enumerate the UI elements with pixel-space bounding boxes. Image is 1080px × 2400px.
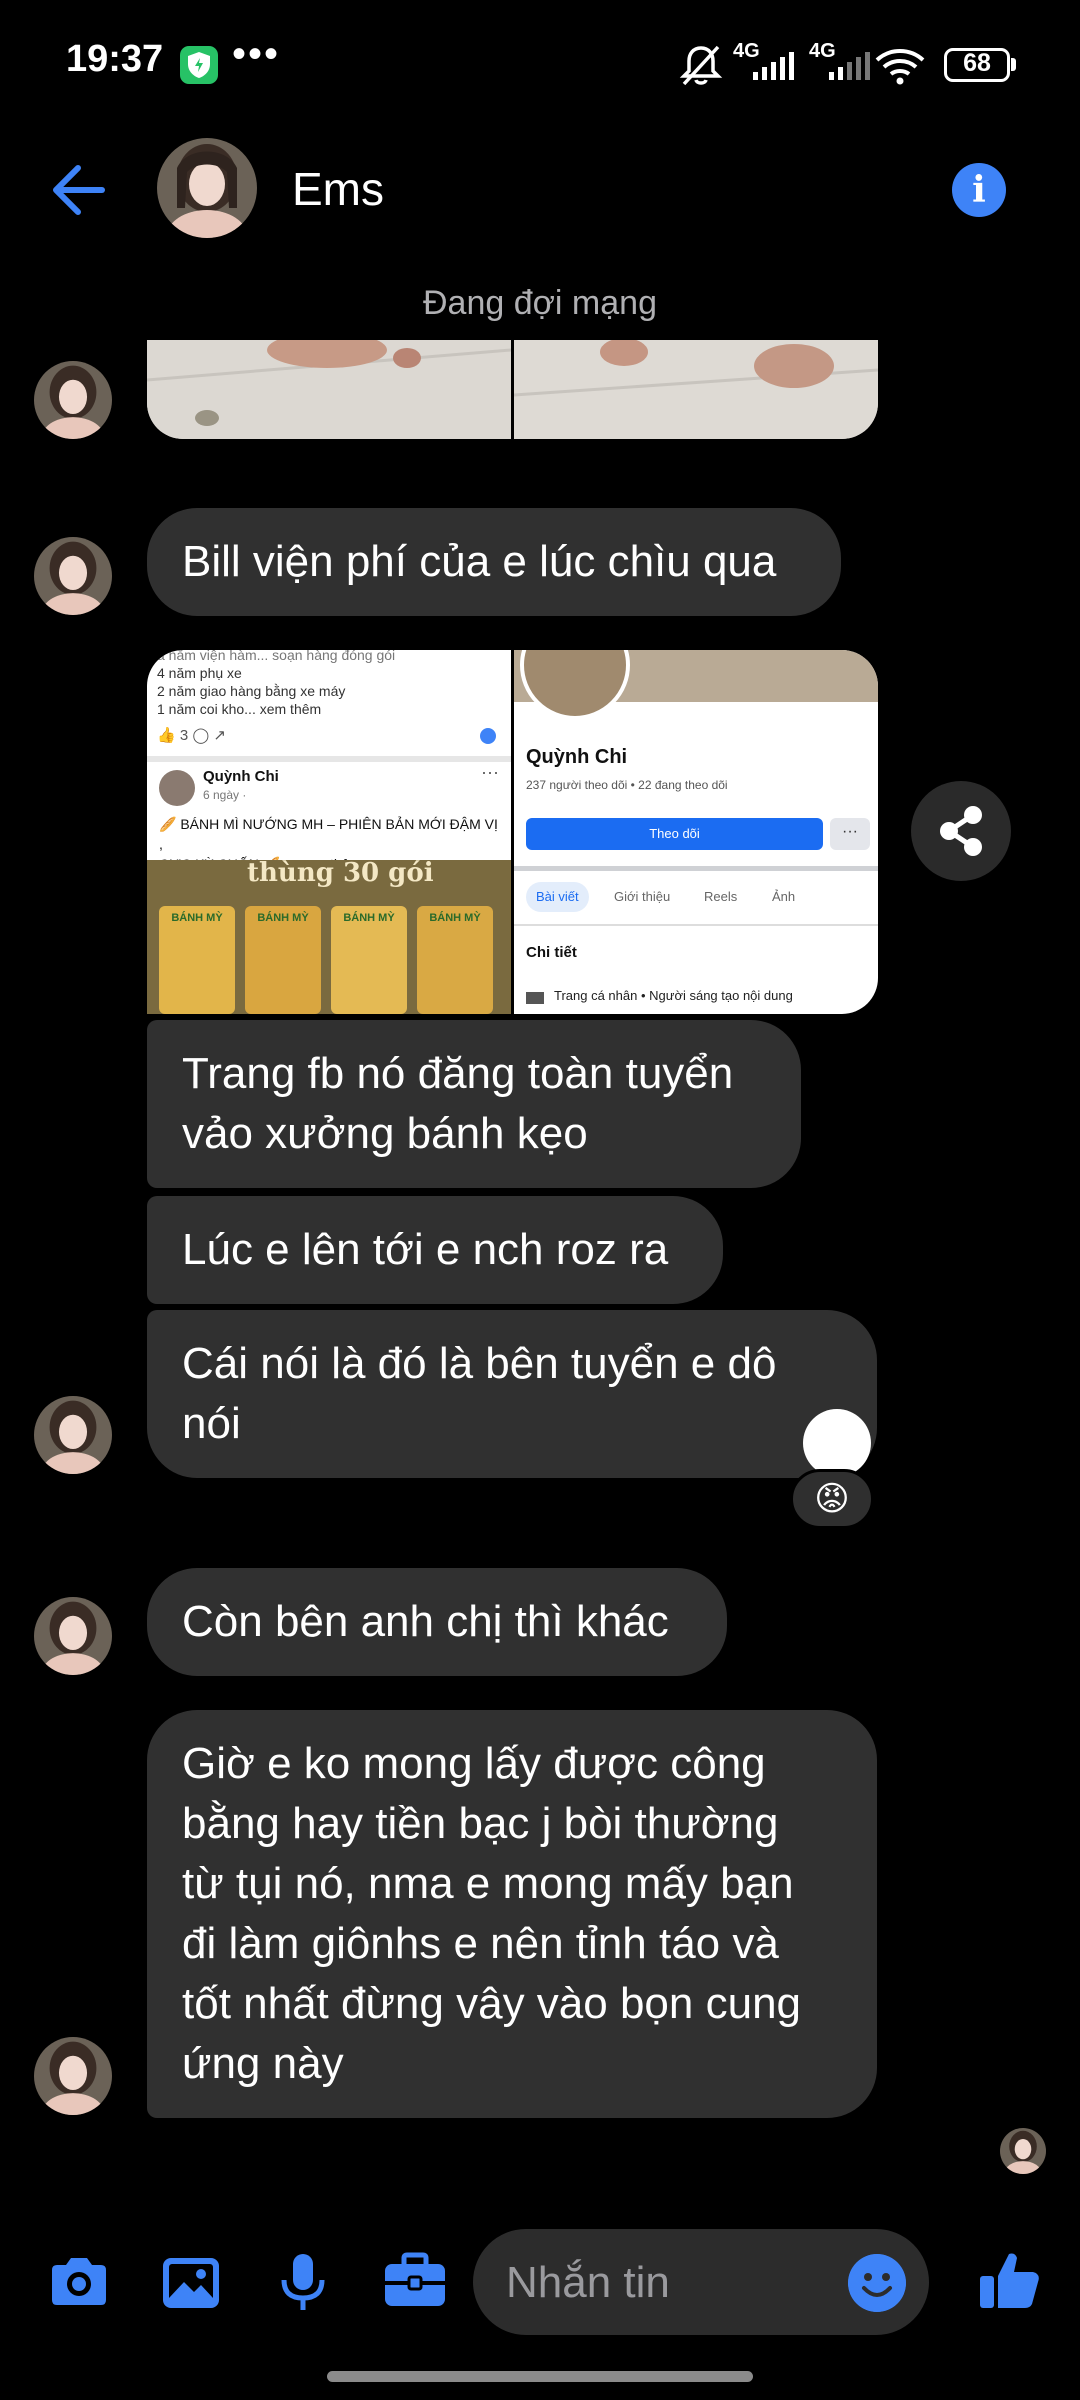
sender-avatar[interactable] (34, 2037, 112, 2115)
profile-detail: Trang cá nhân • Người sáng tạo nội dung (554, 988, 793, 1003)
contact-avatar[interactable] (157, 138, 257, 238)
network-status: Đang đợi mạng (423, 284, 657, 322)
profile-more-icon: ··· (830, 818, 870, 850)
profile-tab: Giới thiệu (614, 889, 671, 904)
sender-avatar[interactable] (34, 1597, 112, 1675)
arrow-left-icon[interactable] (48, 160, 108, 220)
shield-icon (180, 46, 218, 84)
message-line: tốt nhất đừng vây vào bọn cung (182, 1979, 802, 2028)
profile-tab: Bài viết (526, 882, 589, 912)
message-line: Trang fb nó đăng toàn tuyển (182, 1049, 734, 1098)
message-line: vảo xưởng bánh kẹo (182, 1109, 588, 1158)
profile-divider (514, 924, 878, 926)
message-line: bằng hay tiền bạc j bòi thường (182, 1799, 779, 1848)
post-line: 4 năm phụ xe (157, 665, 242, 681)
post-lines: ấ năm viện hàm... soạn hàng đóng gói 4 n… (157, 650, 497, 718)
message-reaction[interactable]: 😡 (790, 1469, 874, 1529)
post-line: 1 năm coi kho... xem thêm (157, 701, 322, 717)
author-avatar (159, 770, 195, 806)
profile-followers: 237 người theo dõi • 22 đang theo dõi (526, 778, 728, 792)
more-status-icon: ••• (232, 32, 281, 76)
message-bubble[interactable]: Trang fb nó đăng toàn tuyển vảo xưởng bá… (147, 1020, 801, 1188)
photo-attachment[interactable] (147, 340, 511, 439)
battery-level: 68 (963, 49, 991, 77)
post-author: Quỳnh Chi (203, 768, 279, 785)
home-indicator (327, 2371, 753, 2382)
seen-avatar (1000, 2128, 1046, 2174)
gallery-icon[interactable] (156, 2248, 226, 2318)
post-divider (147, 756, 511, 762)
banner-text: thùng 30 gói (247, 858, 434, 888)
sender-avatar[interactable] (34, 361, 112, 439)
status-time: 19:37 (66, 38, 164, 80)
profile-divider (514, 866, 878, 871)
message-bubble[interactable]: Cái nói là đó là bên tuyển e dô nói (147, 1310, 877, 1478)
microphone-icon[interactable] (268, 2248, 338, 2318)
message-text: Lúc e lên tới e nch roz ra (182, 1225, 669, 1274)
emoji-icon[interactable] (848, 2254, 906, 2312)
message-text: Bill viện phí của e lúc chìu qua (182, 537, 777, 586)
message-bubble[interactable]: Giờ e ko mong lấy được công bằng hay tiề… (147, 1710, 877, 2118)
share-icon (940, 806, 982, 856)
message-input-placeholder: Nhắn tin (506, 2258, 670, 2307)
contact-name[interactable]: Ems (292, 162, 384, 216)
message-bubble[interactable]: Bill viện phí của e lúc chìu qua (147, 508, 841, 616)
message-line: nói (182, 1399, 241, 1448)
message-line: từ tụi nó, nma e mong mấy bạn (182, 1859, 794, 1908)
like-count: 👍 3 ◯ ↗ (157, 727, 226, 744)
message-text: Còn bên anh chị thì khác (182, 1597, 669, 1646)
photo-attachment[interactable] (514, 340, 878, 439)
profile-name: Quỳnh Chi (526, 746, 628, 768)
signal-bars-2-icon (829, 52, 870, 80)
facebook-post-screenshot[interactable]: ấ năm viện hàm... soạn hàng đóng gói 4 n… (147, 650, 511, 1014)
reaction-picker-emoji[interactable]: 😡 (803, 1409, 871, 1477)
post-line: 2 năm giao hàng bằng xe máy (157, 683, 346, 699)
facebook-profile-screenshot[interactable]: Quỳnh Chi 237 người theo dõi • 22 đang t… (514, 650, 878, 1014)
signal-1: 4G (731, 40, 801, 90)
share-button[interactable] (911, 781, 1011, 881)
like-reaction-icon (480, 728, 496, 744)
angry-face-icon: 😡 (814, 1479, 850, 1519)
follow-button: Theo dõi (526, 818, 823, 850)
sender-avatar[interactable] (34, 1396, 112, 1474)
product-photo: thùng 30 gói BÁNH MỲ BÁNH MỲ BÁNH MỲ BÁN… (147, 858, 511, 1014)
signal-2: 4G (807, 40, 877, 90)
signal-bars-1-icon (753, 52, 794, 80)
sender-avatar[interactable] (34, 537, 112, 615)
angry-face-icon: 😡 (814, 1417, 860, 1468)
message-line: đi làm giônhs e nên tỉnh táo và (182, 1919, 779, 1968)
wifi-icon (875, 49, 925, 85)
silent-bell-icon (679, 45, 723, 86)
message-bubble[interactable]: Còn bên anh chị thì khác (147, 1568, 727, 1676)
briefcase-icon[interactable] (380, 2248, 450, 2318)
profile-picture (520, 650, 630, 720)
profile-tab: Ảnh (772, 889, 796, 904)
message-line: ứng này (182, 2039, 344, 2088)
info-icon: i (972, 169, 986, 211)
profile-tab: Reels (704, 889, 738, 904)
info-button[interactable]: i (952, 163, 1006, 217)
camera-icon[interactable] (44, 2248, 114, 2318)
profile-detail-icon (526, 992, 544, 1004)
profile-section-title: Chi tiết (526, 944, 577, 961)
thumbs-up-icon[interactable] (975, 2246, 1045, 2316)
message-line: Cái nói là đó là bên tuyển e dô (182, 1339, 777, 1388)
message-bubble[interactable]: Lúc e lên tới e nch roz ra (147, 1196, 723, 1304)
post-time: 6 ngày · (203, 788, 247, 802)
post-more-icon: ··· (481, 762, 499, 782)
battery-tip (1011, 58, 1016, 71)
message-line: Giờ e ko mong lấy được công (182, 1739, 766, 1788)
